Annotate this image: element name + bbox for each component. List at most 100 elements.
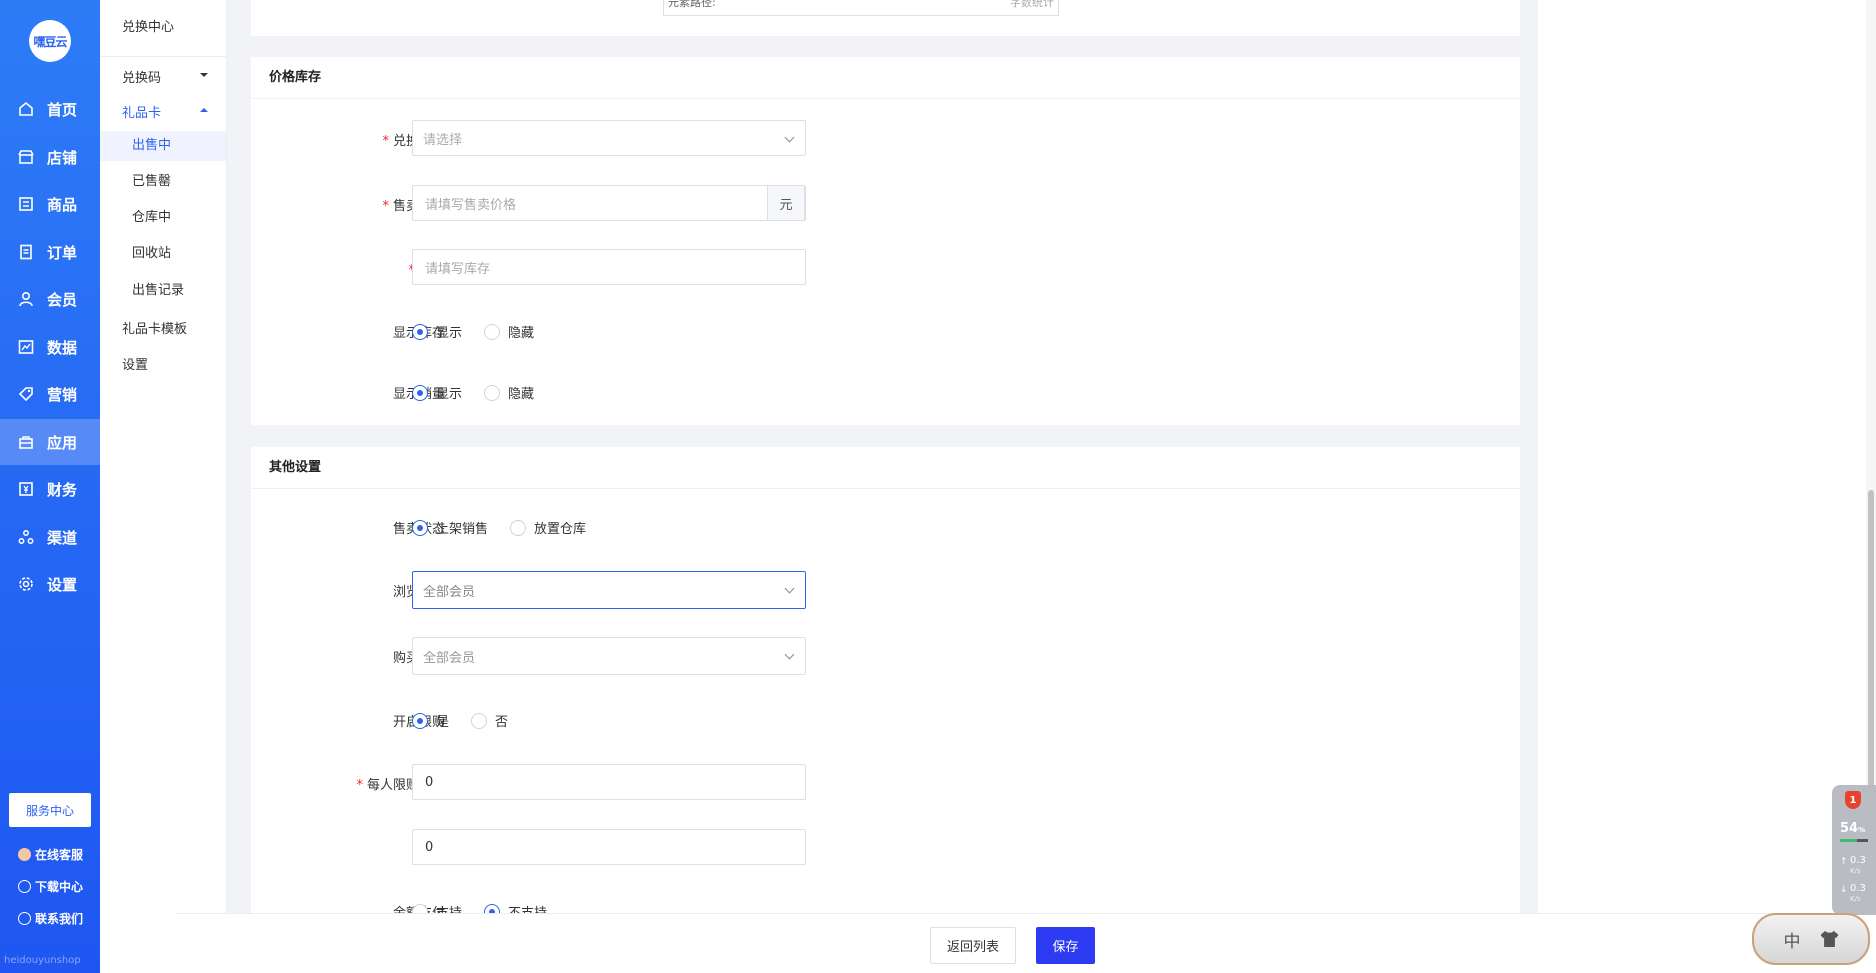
code-lib-placeholder: 请选择	[423, 132, 463, 148]
caret-down-icon	[200, 73, 208, 77]
sub-item-redeem-center[interactable]: 兑换中心	[122, 16, 174, 35]
sub-child-sold-out[interactable]: 已售罄	[100, 167, 226, 197]
buy-permission-select[interactable]: 全部会员	[412, 637, 806, 675]
chevron-down-icon	[784, 583, 795, 594]
arrow-down-icon: ↓	[1840, 885, 1848, 895]
editor-card: 元素路径: 字数统计	[251, 0, 1520, 36]
arrow-up-icon: ↑	[1840, 857, 1848, 867]
channel-icon	[18, 529, 34, 545]
divider	[100, 56, 226, 57]
logo[interactable]: 嘿豆云	[29, 20, 71, 62]
goods-icon	[18, 196, 34, 212]
nav-label: 财务	[47, 480, 78, 499]
limit-no-radio[interactable]: 否	[471, 711, 508, 730]
radio-unchecked	[484, 384, 501, 401]
show-sales-hide-radio[interactable]: 隐藏	[484, 383, 534, 402]
show-stock-radios: 显示 隐藏	[412, 322, 556, 341]
chevron-down-icon	[784, 132, 795, 143]
price-input[interactable]: 请填写售卖价格 元	[412, 185, 806, 221]
online-service-label: 在线客服	[35, 848, 84, 862]
nav-label: 营销	[47, 385, 78, 404]
word-count-label: 字数统计	[1010, 0, 1054, 9]
app-icon	[18, 434, 34, 450]
chat-icon	[18, 912, 31, 925]
nav-footer-text: heidouyunshop	[4, 955, 81, 966]
nav-item-channel[interactable]: 渠道	[0, 514, 100, 560]
nav-item-goods[interactable]: 商品	[0, 181, 100, 227]
order-icon	[18, 244, 34, 260]
show-stock-show-radio[interactable]: 显示	[412, 322, 462, 341]
tag-icon	[18, 386, 34, 402]
on-sale-radio[interactable]: 上架销售	[412, 518, 488, 537]
nav-label: 设置	[47, 575, 78, 594]
contact-us-link[interactable]: 联系我们	[18, 910, 83, 927]
sub-child-sale-records[interactable]: 出售记录	[100, 276, 226, 306]
radio-unchecked	[484, 323, 501, 340]
price-stock-card: 价格库存 *兑换码库 请选择 *售卖价格 请填写售卖价格 元 *库存 请填写库存…	[251, 57, 1520, 425]
nav-item-member[interactable]: 会员	[0, 276, 100, 322]
skin-icon[interactable]	[1820, 931, 1839, 947]
logo-text: 嘿豆云	[33, 34, 67, 49]
element-path-bar: 元素路径: 字数统计	[663, 0, 1059, 16]
nav-item-settings[interactable]: 设置	[0, 561, 100, 607]
sub-nav: 兑换中心 兑换码 礼品卡 出售中 已售罄 仓库中 回收站 出售记录 礼品卡模板 …	[100, 0, 227, 973]
buy-value: 全部会员	[423, 650, 476, 666]
limit-yes-radio[interactable]: 是	[412, 711, 449, 730]
download-center-label: 下载中心	[35, 880, 84, 894]
ime-toolbar[interactable]: 中	[1752, 913, 1870, 965]
nav-item-finance[interactable]: 财务	[0, 466, 100, 512]
nav-label: 应用	[47, 433, 78, 452]
sub-child-on-sale[interactable]: 出售中	[100, 131, 226, 161]
price-unit: 元	[767, 185, 805, 221]
per-limit-input[interactable]: 0	[412, 764, 806, 800]
nav-item-app[interactable]: 应用	[0, 419, 100, 465]
right-blank-pane	[1538, 0, 1876, 913]
nav-item-store[interactable]: 店铺	[0, 134, 100, 180]
other-settings-title: 其他设置	[251, 447, 1520, 489]
gear-icon	[18, 576, 34, 592]
system-monitor-widget[interactable]: 1 54% ↑ 0.3 K/s ↓ 0.3 K/s	[1832, 785, 1876, 915]
home-icon	[18, 101, 34, 117]
download-center-link[interactable]: 下载中心	[18, 878, 83, 895]
nav-label: 首页	[47, 100, 78, 119]
service-center-button[interactable]: 服务中心	[9, 793, 91, 827]
online-service-link[interactable]: 在线客服	[18, 846, 83, 863]
per-limit-value: 0	[425, 774, 434, 790]
nav-label: 商品	[47, 195, 78, 214]
in-warehouse-radio[interactable]: 放置仓库	[510, 518, 586, 537]
nav-item-order[interactable]: 订单	[0, 229, 100, 275]
stock-placeholder: 请填写库存	[425, 261, 491, 277]
nav-label: 订单	[47, 243, 78, 262]
nav-item-home[interactable]: 首页	[0, 86, 100, 132]
avatar	[18, 848, 31, 861]
ime-language-toggle[interactable]: 中	[1784, 927, 1801, 952]
upload-speed: ↑ 0.3 K/s	[1840, 855, 1866, 876]
sub-item-gift-card-template[interactable]: 礼品卡模板	[122, 318, 187, 337]
sub-child-warehouse[interactable]: 仓库中	[100, 203, 226, 233]
browse-permission-select[interactable]: 全部会员	[412, 571, 806, 609]
sub-item-label: 礼品卡	[122, 106, 162, 121]
sub-item-gift-card[interactable]: 礼品卡	[122, 102, 212, 121]
show-sales-show-radio[interactable]: 显示	[412, 383, 462, 402]
stock-input[interactable]: 请填写库存	[412, 249, 806, 285]
sub-item-settings[interactable]: 设置	[122, 354, 148, 373]
element-path-label: 元素路径:	[668, 0, 716, 9]
sub-item-redeem-code[interactable]: 兑换码	[122, 67, 212, 86]
show-stock-hide-radio[interactable]: 隐藏	[484, 322, 534, 341]
save-button[interactable]: 保存	[1036, 927, 1095, 964]
code-lib-select[interactable]: 请选择	[412, 120, 806, 156]
memory-percent: 54%	[1840, 821, 1866, 836]
contact-us-label: 联系我们	[35, 912, 84, 926]
radio-unchecked	[471, 712, 488, 729]
nav-item-marketing[interactable]: 营销	[0, 371, 100, 417]
weight-input[interactable]: 0	[412, 829, 806, 865]
download-speed: ↓ 0.3 K/s	[1840, 883, 1866, 904]
member-icon	[18, 291, 34, 307]
nav-item-data[interactable]: 数据	[0, 324, 100, 370]
browse-value: 全部会员	[423, 584, 476, 600]
sub-child-recycle[interactable]: 回收站	[100, 239, 226, 269]
back-to-list-button[interactable]: 返回列表	[930, 927, 1016, 964]
limit-radios: 是 否	[412, 711, 530, 730]
nav-label: 数据	[47, 338, 78, 357]
memory-bar	[1840, 839, 1868, 842]
